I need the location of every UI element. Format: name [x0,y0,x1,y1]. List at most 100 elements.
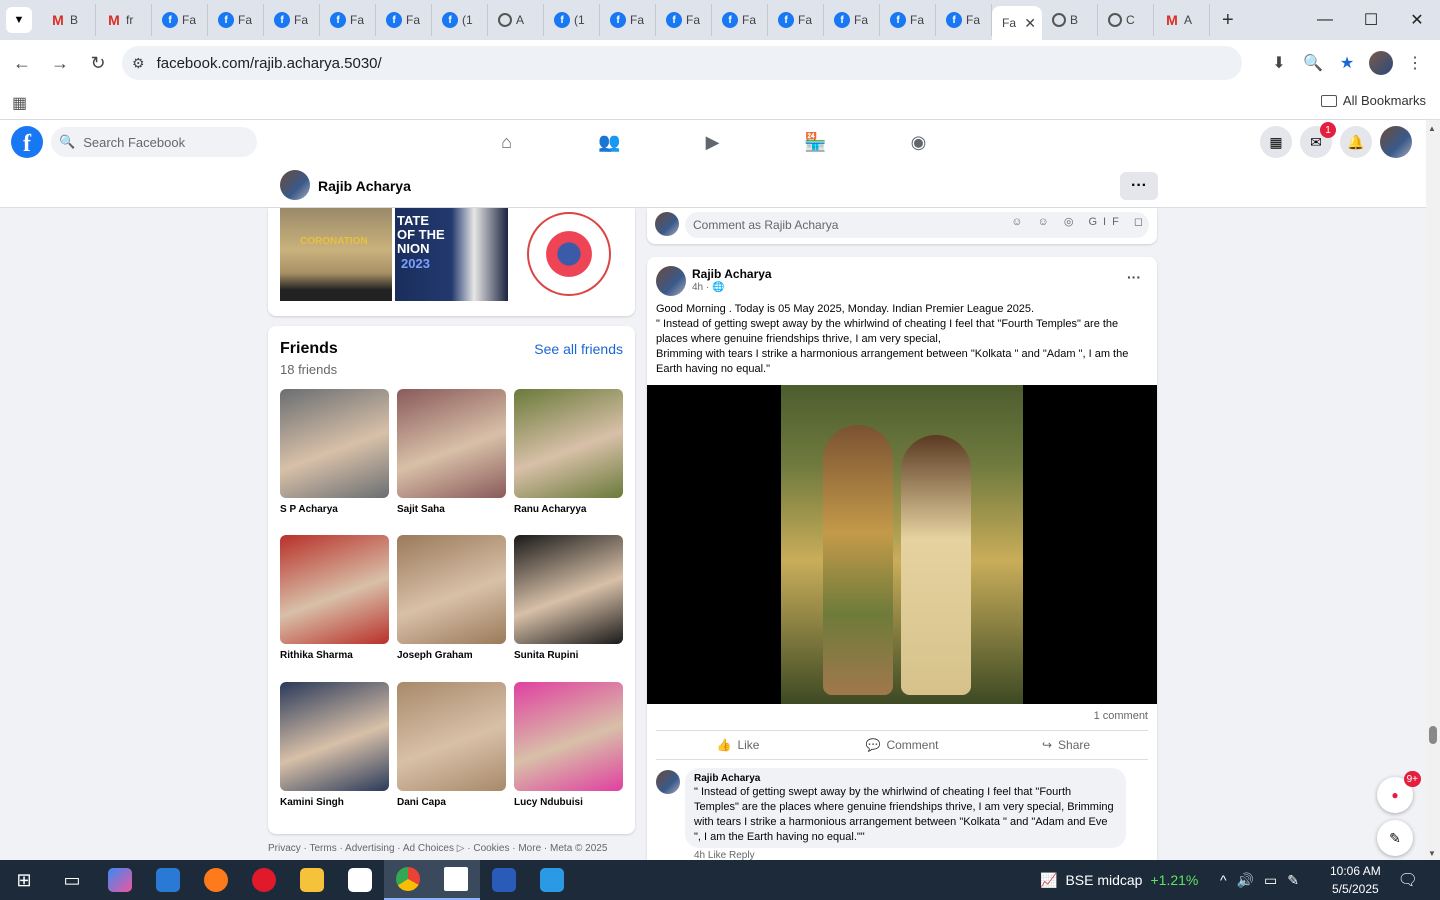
new-message-button[interactable]: ✎ [1377,820,1413,856]
friend-photo[interactable] [280,389,389,498]
friends-icon[interactable]: 👥 [558,120,661,164]
post-options-icon[interactable]: ··· [1127,269,1141,285]
browser-tab[interactable]: f Fa [152,4,208,36]
marketplace-icon[interactable]: 🏪 [764,120,867,164]
friend-tile[interactable]: Joseph Graham [397,535,506,661]
copilot-icon[interactable] [96,860,144,900]
comment-footer[interactable]: 4h Like Reply [694,850,755,860]
friend-photo[interactable] [397,535,506,644]
address-bar[interactable]: ⚙ facebook.com/rajib.acharya.5030/ [122,46,1242,80]
friend-tile[interactable]: Ranu Acharyya [514,389,623,515]
browser-tab[interactable]: A [488,4,544,36]
notification-center-icon[interactable]: 🗨 [1398,870,1418,890]
browser-tab[interactable]: MA [1154,4,1210,36]
zoom-icon[interactable]: 🔍 [1296,46,1330,80]
scroll-up-arrow-icon[interactable]: ▲ [1428,124,1436,133]
close-tab-icon[interactable]: ✕ [1024,15,1036,32]
friend-tile[interactable]: Dani Capa [397,682,506,808]
forward-button[interactable]: → [42,45,78,81]
comment-tool-icons[interactable]: ☺ ☺ ◎ GIF ◻ [1011,208,1149,234]
browser-tab[interactable]: Fa ✕ [992,6,1042,40]
back-button[interactable]: ← [4,45,40,81]
groups-icon[interactable]: ◉ [867,120,970,164]
comments-count[interactable]: 1 comment [1094,710,1148,722]
friend-tile[interactable]: Sajit Saha [397,389,506,515]
browser-tab[interactable]: MB [40,4,96,36]
post-author-name[interactable]: Rajib Acharya [692,267,772,281]
share-button[interactable]: ↪ Share [984,731,1148,759]
network-icon[interactable]: ▭ [1264,872,1277,889]
chevron-up-icon[interactable]: ^ [1220,872,1227,888]
friend-tile[interactable]: Sunita Rupini [514,535,623,661]
tab-search-button[interactable]: ▼ [6,7,32,33]
browser-tab[interactable]: f Fa [208,4,264,36]
comment-button[interactable]: 💬 Comment [820,731,984,759]
friend-name[interactable]: Lucy Ndubuisi [514,797,623,808]
friend-tile[interactable]: Lucy Ndubuisi [514,682,623,808]
messenger-button[interactable]: ✉ 1 [1300,122,1336,158]
profile-more-button[interactable]: ··· [1120,172,1158,200]
all-bookmarks-button[interactable]: All Bookmarks [1320,93,1426,108]
photo-thumbnail[interactable]: TATE OF THE NION 2023 [395,208,508,301]
news-chat-head[interactable]: ● 9+ [1377,771,1421,813]
browser-tab[interactable]: f Fa [656,4,712,36]
friend-name[interactable]: Ranu Acharyya [514,504,623,515]
browser-tab[interactable]: f Fa [768,4,824,36]
friend-photo[interactable] [280,535,389,644]
browser-tab[interactable]: f Fa [936,4,992,36]
friend-name[interactable]: Rithika Sharma [280,650,389,661]
chrome-menu-icon[interactable]: ⋮ [1398,46,1432,80]
friend-name[interactable]: Sajit Saha [397,504,506,515]
post-time[interactable]: 4h · 🌐 [692,282,724,293]
menu-grid-button[interactable]: ▦ [1260,126,1292,158]
browser-tab[interactable]: f Fa [880,4,936,36]
profile-avatar[interactable] [1364,46,1398,80]
stock-widget[interactable]: 📈 BSE midcap +1.21% [1040,860,1198,900]
pen-icon[interactable]: ✎ [1287,872,1299,889]
clock[interactable]: 10:06 AM 5/5/2025 [1330,862,1381,898]
maximize-button[interactable]: ☐ [1348,0,1394,40]
app-icon[interactable] [144,860,192,900]
friend-tile[interactable]: Rithika Sharma [280,535,389,661]
account-avatar[interactable] [1380,126,1412,158]
site-info-icon[interactable]: ⚙ [132,55,145,72]
browser-tab[interactable]: f Fa [376,4,432,36]
profile-name[interactable]: Rajib Acharya [318,178,411,194]
friend-photo[interactable] [397,682,506,791]
scrollbar-thumb[interactable] [1429,726,1437,744]
facebook-logo[interactable]: f [11,126,43,158]
page-scrollbar[interactable]: ▲ ▼ [1426,120,1440,860]
apps-grid-icon[interactable]: ▦ [12,93,27,113]
browser-tab[interactable]: Mfr [96,4,152,36]
facebook-search-input[interactable]: 🔍 Search Facebook [51,127,257,157]
browser-tab[interactable]: f Fa [264,4,320,36]
file-explorer-icon[interactable] [288,860,336,900]
close-window-button[interactable]: ✕ [1394,0,1440,40]
browser-tab[interactable]: C [1098,4,1154,36]
photo-thumbnail[interactable]: CORONATION [280,208,392,301]
home-icon[interactable]: ⌂ [455,120,558,164]
browser-tab[interactable]: f (1 [544,4,600,36]
photos-icon[interactable] [528,860,576,900]
friend-name[interactable]: Dani Capa [397,797,506,808]
url-text[interactable]: facebook.com/rajib.acharya.5030/ [157,55,382,72]
footer-links[interactable]: Privacy · Terms · Advertising · Ad Choic… [268,843,607,854]
store-icon[interactable] [336,860,384,900]
video-icon[interactable]: ▶ [661,120,764,164]
post-author-avatar[interactable] [656,266,686,296]
browser-tab[interactable]: f Fa [712,4,768,36]
post-image[interactable] [647,385,1157,704]
friend-name[interactable]: Sunita Rupini [514,650,623,661]
friend-name[interactable]: S P Acharya [280,504,389,515]
browser-tab[interactable]: f Fa [824,4,880,36]
browser-tab[interactable]: B [1042,4,1098,36]
opera-icon[interactable] [240,860,288,900]
see-all-friends-link[interactable]: See all friends [534,341,623,357]
friend-name[interactable]: Kamini Singh [280,797,389,808]
browser-tab[interactable]: f Fa [320,4,376,36]
start-button[interactable]: ⊞ [0,860,48,900]
scroll-down-arrow-icon[interactable]: ▼ [1428,849,1436,858]
comment-author-avatar[interactable] [656,770,680,794]
friend-photo[interactable] [280,682,389,791]
notepad-icon[interactable] [432,860,480,900]
